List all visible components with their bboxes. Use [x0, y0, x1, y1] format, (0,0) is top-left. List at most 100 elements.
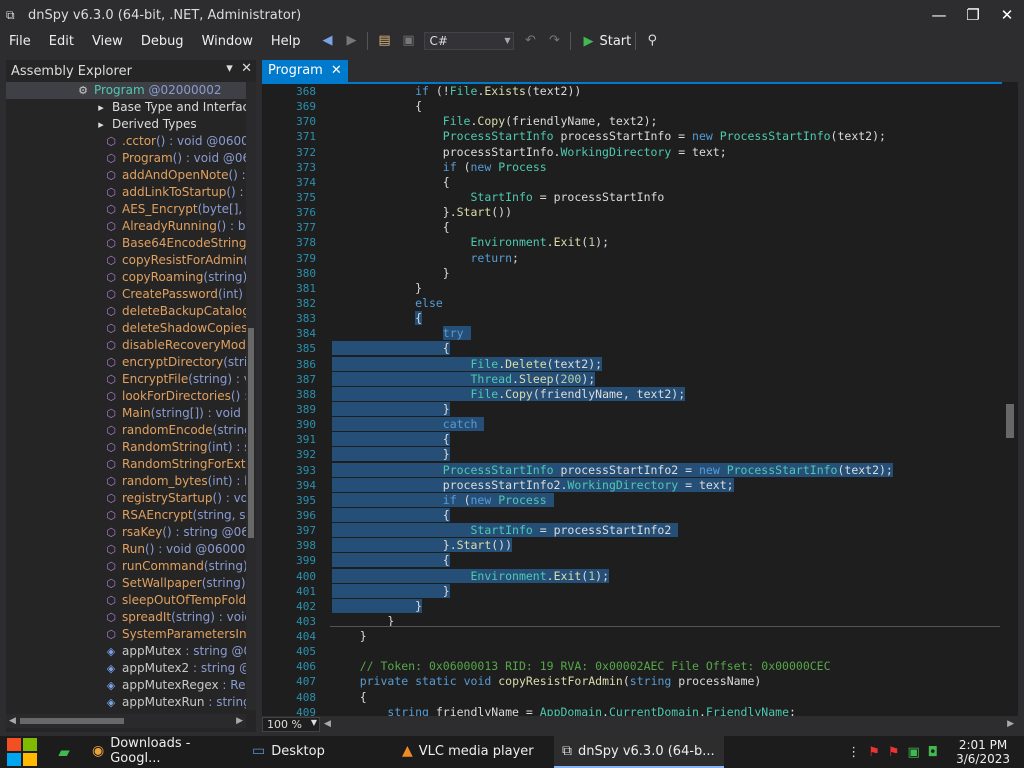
code-line[interactable]: 371 ProcessStartInfo processStartInfo = … [280, 129, 1000, 144]
zoom-select[interactable]: 100 % ▼ [262, 716, 320, 732]
tree-item[interactable]: ⬡ EncryptFile(string) : v [6, 371, 246, 388]
tree-item[interactable]: ◈ appMutexRun : string [6, 694, 246, 710]
code-line[interactable]: 400 Environment.Exit(1); [280, 568, 1000, 584]
taskbar-item[interactable]: ▲ VLC media player [394, 736, 554, 768]
scrollbar-thumb[interactable] [1006, 404, 1014, 438]
taskbar-item[interactable]: ◉ Downloads - Googl... [84, 736, 244, 768]
menu-view[interactable]: View [83, 34, 132, 49]
taskbar-item[interactable]: ⧉ dnSpy v6.3.0 (64-b... [554, 736, 724, 768]
code-line[interactable]: 381 } [280, 281, 1000, 296]
tree-item[interactable]: ⬡ registryStartup() : vo [6, 490, 246, 507]
tab-program[interactable]: Program ✕ [262, 60, 348, 82]
code-line[interactable]: 407 private static void copyResistForAdm… [280, 674, 1000, 689]
menu-file[interactable]: File [0, 34, 40, 49]
tree-item[interactable]: ◈ appMutexRegex : Re [6, 677, 246, 694]
code-line[interactable]: 373 if (new Process [280, 160, 1000, 175]
tree-item[interactable]: ⬡ deleteBackupCatalog [6, 303, 246, 320]
scrollbar-thumb[interactable] [20, 718, 124, 724]
code-line[interactable]: 392 } [280, 447, 1000, 462]
scrollbar-thumb[interactable] [248, 328, 254, 538]
tree-item[interactable]: ⬡ .cctor() : void @0600 [6, 133, 246, 150]
code-line[interactable]: 399 { [280, 553, 1000, 568]
code-line[interactable]: 377 { [280, 220, 1000, 235]
tree-item[interactable]: ⬡ SystemParametersInf [6, 626, 246, 643]
code-line[interactable]: 370 File.Copy(friendlyName, text2); [280, 114, 1000, 129]
redo-icon[interactable]: ↷ [543, 31, 565, 51]
tree-item[interactable]: ⬡ random_bytes(int) : b [6, 473, 246, 490]
start-button[interactable]: ▶ Start [583, 34, 631, 49]
tree-item[interactable]: ⚙ Program @02000002 [6, 82, 246, 99]
tree-item[interactable]: ▸ Base Type and Interfaces [6, 99, 246, 116]
tree-item[interactable]: ◈ appMutex2 : string @ [6, 660, 246, 677]
code-line[interactable]: 369 { [280, 99, 1000, 114]
code-line[interactable]: 406 // Token: 0x06000013 RID: 19 RVA: 0x… [280, 659, 1000, 674]
scroll-left-icon[interactable]: ◀ [9, 714, 16, 728]
tree-item[interactable]: ⬡ spreadIt(string) : void [6, 609, 246, 626]
code-line[interactable]: 393 ProcessStartInfo processStartInfo2 =… [280, 462, 1000, 478]
code-line[interactable]: 387 Thread.Sleep(200); [280, 371, 1000, 387]
code-line[interactable]: 398 }.Start()) [280, 538, 1000, 553]
tree-item[interactable]: ⬡ AES_Encrypt(byte[], [6, 201, 246, 218]
code-line[interactable]: 389 } [280, 401, 1000, 417]
close-button[interactable]: ✕ [990, 0, 1024, 30]
language-select[interactable]: C# ▼ [424, 32, 515, 50]
code-line[interactable]: 386 File.Delete(text2); [280, 356, 1000, 372]
flag-icon[interactable]: ⚑ [868, 745, 880, 760]
tree-item[interactable]: ⬡ RandomStringForExte [6, 456, 246, 473]
clock[interactable]: 2:01 PM 3/6/2023 [956, 738, 1010, 766]
tree-item[interactable]: ⬡ addLinkToStartup() : [6, 184, 246, 201]
network-icon[interactable]: ▣ [908, 745, 920, 760]
editor-horizontal-scrollbar[interactable]: ◀ ▶ [320, 717, 1018, 731]
tree-item[interactable]: ⬡ RandomString(int) : s [6, 439, 246, 456]
code-line[interactable]: 391 { [280, 432, 1000, 447]
code-line[interactable]: 382 else [280, 296, 1000, 311]
scroll-right-icon[interactable]: ▶ [1007, 717, 1014, 731]
close-icon[interactable]: ✕ [331, 60, 342, 82]
tree-item[interactable]: ⬡ rsaKey() : string @06 [6, 524, 246, 541]
code-line[interactable]: 385 { [280, 341, 1000, 356]
windows-start-button[interactable] [0, 736, 44, 768]
code-line[interactable]: 405 [280, 644, 1000, 659]
close-icon[interactable]: ✕ [241, 61, 252, 76]
code-line[interactable]: 409 string friendlyName = AppDomain.Curr… [280, 705, 1000, 716]
navigate-back-icon[interactable]: ◀ [316, 31, 338, 51]
maximize-button[interactable]: ❐ [956, 0, 990, 30]
code-line[interactable]: 388 File.Copy(friendlyName, text2); [280, 386, 1000, 402]
code-line[interactable]: 408 { [280, 690, 1000, 705]
tree-item[interactable]: ⬡deleteShadowCopies( [6, 320, 246, 337]
tree-item[interactable]: ⬡ addAndOpenNote() : [6, 167, 246, 184]
code-line[interactable]: 374 { [280, 175, 1000, 190]
code-line[interactable]: 379 return; [280, 251, 1000, 266]
tree-item[interactable]: ⬡ randomEncode(string) [6, 422, 246, 439]
code-line[interactable]: 383 { [280, 311, 1000, 326]
tree-item[interactable]: ⬡ Program() : void @06 [6, 150, 246, 167]
tree-item[interactable]: ⬡ AlreadyRunning() : bo [6, 218, 246, 235]
tree-item[interactable]: ⬡ RSAEncrypt(string, s [6, 507, 246, 524]
explorer-vertical-scrollbar[interactable] [246, 82, 256, 710]
code-line[interactable]: 395 if (new Process [280, 492, 1000, 508]
tree-item[interactable]: ⬡ copyRoaming(string) [6, 269, 246, 286]
minimize-button[interactable]: — [922, 0, 956, 30]
open-folder-icon[interactable]: ▤ [373, 31, 395, 51]
tree-item[interactable]: ⬡copyResistForAdmin( [6, 252, 246, 269]
menu-debug[interactable]: Debug [132, 34, 193, 49]
code-line[interactable]: 401 } [280, 583, 1000, 599]
tree-item[interactable]: ⬡ CreatePassword(int) [6, 286, 246, 303]
tree-item[interactable]: ⬡ runCommand(string) : [6, 558, 246, 575]
tree-item[interactable]: ⬡ sleepOutOfTempFolde [6, 592, 246, 609]
chevron-down-icon[interactable]: ▾ [226, 61, 233, 76]
undo-icon[interactable]: ↶ [519, 31, 541, 51]
tree-item[interactable]: ◈ appMutex : string @0 [6, 643, 246, 660]
tree-item[interactable]: ⬡ SetWallpaper(string) [6, 575, 246, 592]
code-line[interactable]: 380 } [280, 266, 1000, 281]
code-line[interactable]: 384 try [280, 326, 1000, 341]
tree-item[interactable]: ▸ Derived Types [6, 116, 246, 133]
pinned-app-icon[interactable]: ▰ [44, 743, 84, 761]
code-line[interactable]: 368 if (!File.Exists(text2)) [280, 84, 1000, 99]
tree-item[interactable]: ⬡ Run() : void @06000 [6, 541, 246, 558]
code-line[interactable]: 372 processStartInfo.WorkingDirectory = … [280, 145, 1000, 160]
tree-item[interactable]: ⬡ Main(string[]) : void [6, 405, 246, 422]
menu-edit[interactable]: Edit [40, 34, 83, 49]
search-icon[interactable]: ⚲ [641, 31, 663, 51]
editor-vertical-scrollbar[interactable] [1002, 82, 1018, 716]
